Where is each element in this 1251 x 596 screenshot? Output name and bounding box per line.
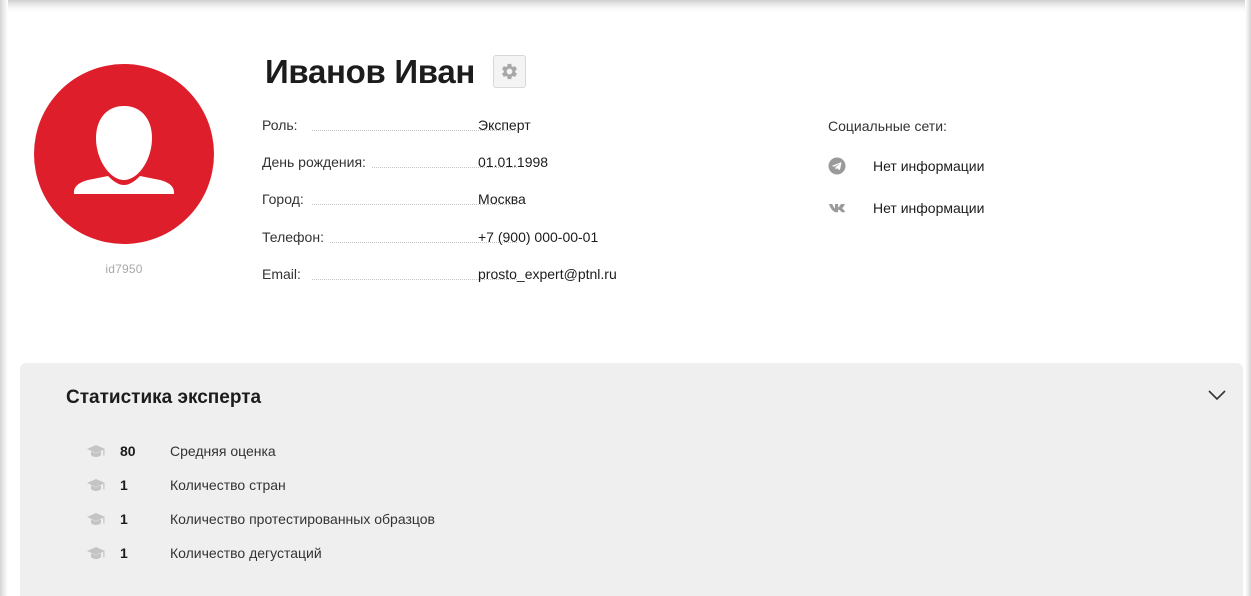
stat-row-countries: 1 Количество стран [86,474,686,496]
stat-row-samples: 1 Количество протестированных образцов [86,508,686,530]
settings-button[interactable] [493,55,526,88]
telegram-status: Нет информации [873,158,985,174]
stats-title[interactable]: Статистика эксперта [66,386,261,410]
birthday-value: 01.01.1998 [478,154,549,170]
social-title: Социальные сети: [828,118,947,134]
stat-label: Количество стран [170,477,286,493]
window-shadow-left [0,0,8,596]
stat-row-tastings: 1 Количество дегустаций [86,542,686,564]
telegram-icon[interactable] [828,157,846,175]
birthday-label: День рождения: [262,152,372,172]
city-value: Москва [478,191,526,207]
stat-label: Средняя оценка [170,443,276,459]
graduation-cap-icon [87,445,105,457]
phone-label: Телефон: [262,227,330,247]
avatar[interactable] [34,64,214,244]
window-shadow-right [1245,0,1251,596]
role-value: Эксперт [478,117,531,133]
window-shadow-top [0,0,1251,12]
phone-value: +7 (900) 000-00-01 [478,229,599,245]
stat-value: 80 [120,443,136,459]
user-silhouette-icon [74,106,174,194]
vk-status: Нет информации [873,200,985,216]
info-row-email: Email: prosto_expert@ptnl.ru [262,264,662,286]
graduation-cap-icon [87,513,105,525]
email-value[interactable]: prosto_expert@ptnl.ru [478,264,617,284]
stat-value: 1 [120,477,128,493]
stat-row-average-score: 80 Средняя оценка [86,440,686,462]
city-label: Город: [262,189,310,209]
info-row-birthday: День рождения: 01.01.1998 [262,152,662,174]
chevron-down-icon[interactable] [1206,387,1228,403]
user-id: id7950 [105,262,143,276]
info-row-phone: Телефон: +7 (900) 000-00-01 [262,227,662,249]
stat-label: Количество протестированных образцов [170,511,435,527]
role-label: Роль: [262,115,304,135]
graduation-cap-icon [87,547,105,559]
stats-panel: Статистика эксперта 80 Средняя оценка 1 … [20,363,1243,596]
gear-icon [502,63,517,80]
profile-name: Иванов Иван [265,53,476,90]
stat-value: 1 [120,545,128,561]
stat-label: Количество дегустаций [170,545,322,561]
social-item-telegram: Нет информации [828,155,1128,177]
stat-value: 1 [120,511,128,527]
profile-page: id7950 Иванов Иван Роль: Эксперт День ро… [0,0,1251,596]
info-row-role: Роль: Эксперт [262,115,662,137]
graduation-cap-icon [87,479,105,491]
info-row-city: Город: Москва [262,189,662,211]
email-label: Email: [262,264,307,284]
vk-icon[interactable] [828,199,846,217]
social-item-vk: Нет информации [828,197,1128,219]
